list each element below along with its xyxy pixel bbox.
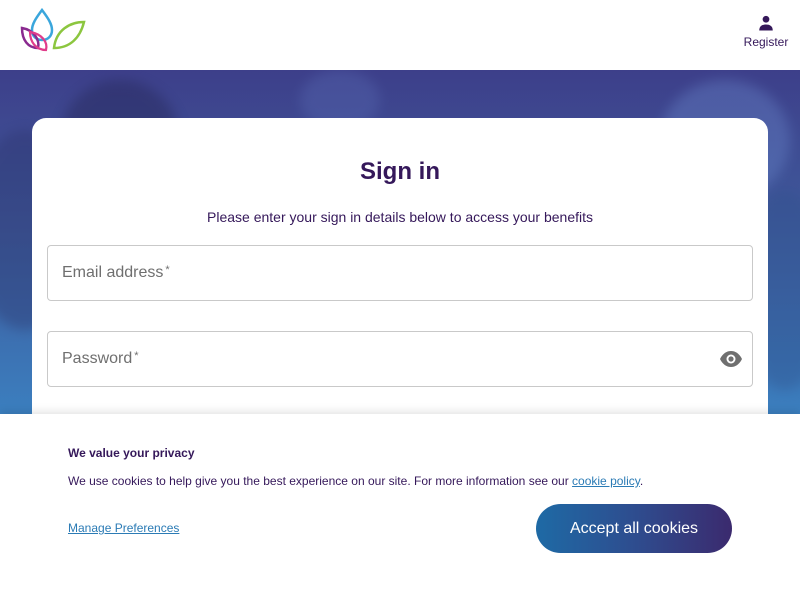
person-icon — [759, 15, 773, 31]
password-label-text: Password — [62, 350, 133, 367]
eye-icon[interactable] — [719, 349, 743, 369]
cookie-text-end: . — [639, 474, 644, 488]
required-marker: * — [165, 264, 170, 276]
accept-all-cookies-button[interactable]: Accept all cookies — [536, 504, 732, 553]
cookie-text: We use cookies to help give you the best… — [68, 474, 643, 488]
required-marker: * — [134, 350, 139, 362]
sign-in-subtitle: Please enter your sign in details below … — [207, 209, 593, 225]
cookie-policy-link[interactable]: cookie policy — [572, 474, 640, 488]
manage-preferences-link[interactable]: Manage Preferences — [68, 521, 179, 535]
page-title: Sign in — [360, 158, 440, 185]
sign-in-card: Sign in Please enter your sign in detail… — [32, 118, 768, 458]
cookie-banner: We value your privacy We use cookies to … — [0, 414, 800, 600]
register-label: Register — [743, 35, 789, 49]
email-field[interactable]: Email address * — [47, 245, 753, 301]
password-field[interactable]: Password * — [47, 331, 753, 387]
droplet-leaves-logo-icon[interactable] — [20, 8, 86, 54]
email-label-text: Email address — [62, 264, 164, 281]
cookie-text-body: We use cookies to help give you the best… — [68, 474, 573, 488]
password-label: Password * — [62, 350, 139, 368]
site-header: Register — [0, 0, 800, 70]
cookie-title: We value your privacy — [68, 446, 195, 460]
register-link[interactable]: Register — [740, 14, 792, 49]
email-label: Email address * — [62, 264, 170, 282]
